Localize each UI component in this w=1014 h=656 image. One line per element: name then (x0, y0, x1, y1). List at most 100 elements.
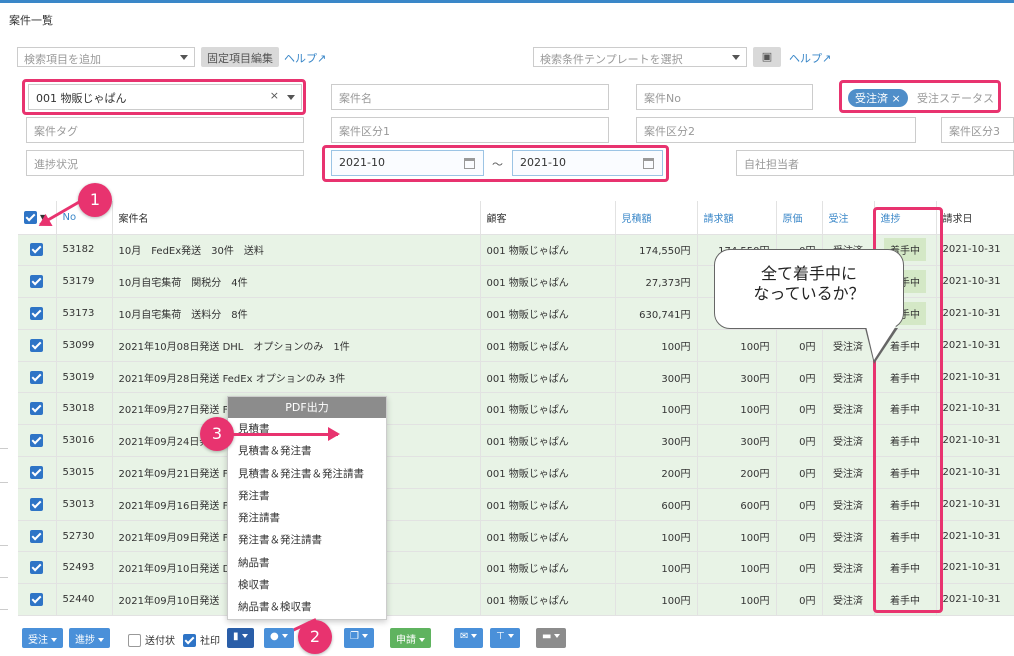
row-select-cell[interactable] (18, 361, 57, 394)
row-checkbox[interactable] (30, 529, 44, 543)
row-select-cell[interactable] (18, 456, 57, 489)
fixed-item-edit-button[interactable]: 固定項目編集 (201, 47, 279, 67)
header-estimate[interactable]: 見積額 (615, 201, 698, 235)
cell-invoice-date: 2021-10-31 (936, 361, 1014, 394)
header-cost[interactable]: 原価 (776, 201, 823, 235)
table-row[interactable]: 53019 2021年09月28日発送 FedEx オプションのみ 3件 001 物… (18, 361, 1014, 394)
chevron-down-icon (98, 638, 104, 642)
add-search-item-select[interactable]: 検索項目を追加 (17, 47, 195, 67)
case-no-input[interactable]: 案件No (636, 84, 813, 110)
chevron-down-icon (471, 634, 478, 638)
row-checkbox[interactable] (30, 370, 44, 384)
row-select-cell[interactable] (18, 297, 57, 330)
document-icon: ▮ (233, 631, 239, 642)
pdf-output-button[interactable]: ▮ (227, 628, 254, 648)
table-row[interactable]: 52730 2021年09月09日発送 F 001 物販じゃぱん 100円 100円 0円… (18, 520, 1014, 553)
pdf-menu-item[interactable]: 納品書＆検収書 (228, 596, 386, 618)
company-seal-checkbox[interactable] (183, 634, 196, 647)
row-select-cell[interactable] (18, 234, 57, 267)
manager-input[interactable]: 自社担当者 (736, 150, 1014, 176)
row-checkbox[interactable] (30, 338, 44, 352)
filter-button[interactable]: ⊤ (490, 628, 520, 648)
chevron-down-icon (361, 634, 368, 638)
row-select-cell[interactable] (18, 520, 57, 553)
cell-case-name[interactable]: 10月自宅集荷 関税分 4件 (112, 265, 481, 299)
cell-case-name[interactable]: 10月 FedEx発送 30件 送料 (112, 234, 481, 267)
progress-bulk-button[interactable]: 進捗 (69, 628, 110, 648)
table-row[interactable]: 52493 2021年09月10日発送 D 001 物販じゃぱん 100円 100円 0円… (18, 551, 1014, 585)
cell-invoice: 200円 (697, 456, 777, 489)
pdf-menu-item[interactable]: 検収書 (228, 574, 386, 596)
case-division3-input[interactable]: 案件区分3 (941, 117, 1014, 143)
table-row[interactable]: 52440 2021年09月10日発送 001 物販じゃぱん 100円 100円 0円 受注… (18, 583, 1014, 617)
row-checkbox[interactable] (30, 593, 44, 607)
case-tag-input[interactable]: 案件タグ (26, 117, 304, 143)
print-button[interactable]: ▬ (536, 628, 567, 648)
pdf-menu-item[interactable]: 見積書 (228, 418, 386, 440)
cell-customer: 001 物販じゃぱん (480, 297, 616, 330)
search-template-select[interactable]: 検索条件テンプレートを選択 (533, 47, 747, 67)
header-case-name: 案件名 (112, 201, 481, 235)
pdf-menu-item[interactable]: 発注書＆発注請書 (228, 529, 386, 551)
mail-button[interactable]: ✉ (454, 628, 484, 648)
progress-status-input[interactable]: 進捗状況 (26, 150, 304, 176)
pdf-menu-item[interactable]: 見積書＆発注書＆発注請書 (228, 463, 386, 485)
pdf-menu-item[interactable]: 発注請書 (228, 507, 386, 529)
row-checkbox[interactable] (30, 497, 44, 511)
table-header-row: ▼ No 案件名 顧客 見積額 請求額 原価 受注 進捗 請求日 (18, 201, 1014, 235)
cell-invoice-date: 2021-10-31 (936, 392, 1014, 426)
cell-estimate: 200円 (615, 456, 698, 489)
cover-letter-checkbox[interactable] (128, 634, 141, 647)
row-select-cell[interactable] (18, 488, 57, 521)
row-select-cell[interactable] (18, 329, 57, 362)
table-row[interactable]: 53018 2021年09月27日発送 F 001 物販じゃぱん 100円 100円 0円… (18, 392, 1014, 426)
cell-customer: 001 物販じゃぱん (480, 456, 616, 489)
case-name-input[interactable]: 案件名 (331, 84, 609, 110)
cell-case-name[interactable]: 2021年10月08日発送 DHL オプションのみ 1件 (112, 329, 481, 362)
row-checkbox[interactable] (30, 561, 44, 575)
case-division1-input[interactable]: 案件区分1 (331, 117, 609, 143)
row-select-cell[interactable] (18, 265, 57, 299)
help-link-2-label: ヘルプ (789, 52, 822, 65)
filter-icon: ⊤ (496, 631, 505, 642)
export-button[interactable]: ● (264, 628, 294, 648)
apply-button[interactable]: 申請 (390, 628, 431, 648)
cell-customer: 001 物販じゃぱん (480, 424, 616, 458)
cell-customer: 001 物販じゃぱん (480, 583, 616, 617)
callout-line1: 全て着手中に (760, 264, 857, 283)
header-order[interactable]: 受注 (822, 201, 875, 235)
save-template-button[interactable]: ▣ (753, 47, 781, 67)
cell-invoice: 100円 (697, 583, 777, 617)
help-link-2[interactable]: ヘルプ↗ (789, 50, 831, 66)
pdf-menu-item[interactable]: 見積書＆発注書 (228, 440, 386, 462)
cell-no: 52730 (56, 520, 113, 553)
help-link[interactable]: ヘルプ↗ (284, 50, 326, 66)
row-select-cell[interactable] (18, 424, 57, 458)
cell-customer: 001 物販じゃぱん (480, 488, 616, 521)
left-edge-divider (0, 448, 8, 449)
row-select-cell[interactable] (18, 583, 57, 617)
row-checkbox[interactable] (30, 465, 44, 479)
select-all-checkbox[interactable] (24, 210, 37, 224)
cell-case-name[interactable]: 10月自宅集荷 送料分 8件 (112, 297, 481, 330)
table-row[interactable]: 53013 2021年09月16日発送 F 001 物販じゃぱん 600円 600円 0円… (18, 488, 1014, 521)
row-checkbox[interactable] (30, 243, 44, 257)
header-invoice[interactable]: 請求額 (697, 201, 777, 235)
pdf-menu-item[interactable]: 納品書 (228, 552, 386, 574)
row-select-cell[interactable] (18, 392, 57, 426)
row-checkbox[interactable] (30, 434, 44, 448)
left-edge-divider (0, 482, 8, 483)
row-checkbox[interactable] (30, 402, 44, 416)
table-row[interactable]: 53015 2021年09月21日発送 F 001 物販じゃぱん 200円 200円 0円… (18, 456, 1014, 489)
header-customer: 顧客 (480, 201, 616, 235)
row-checkbox[interactable] (30, 306, 44, 320)
case-division2-input[interactable]: 案件区分2 (636, 117, 916, 143)
help-link-label: ヘルプ (284, 52, 317, 65)
cell-case-name[interactable]: 2021年09月28日発送 FedEx オプションのみ 3件 (112, 361, 481, 394)
pdf-menu-item[interactable]: 発注書 (228, 485, 386, 507)
row-select-cell[interactable] (18, 551, 57, 585)
order-bulk-button[interactable]: 受注 (22, 628, 63, 648)
row-checkbox[interactable] (30, 275, 44, 289)
table-row[interactable]: 53016 2021年09月24日発送 001 物販じゃぱん 300円 300円 0円 受注… (18, 424, 1014, 458)
copy-button[interactable]: ❐ (344, 628, 374, 648)
